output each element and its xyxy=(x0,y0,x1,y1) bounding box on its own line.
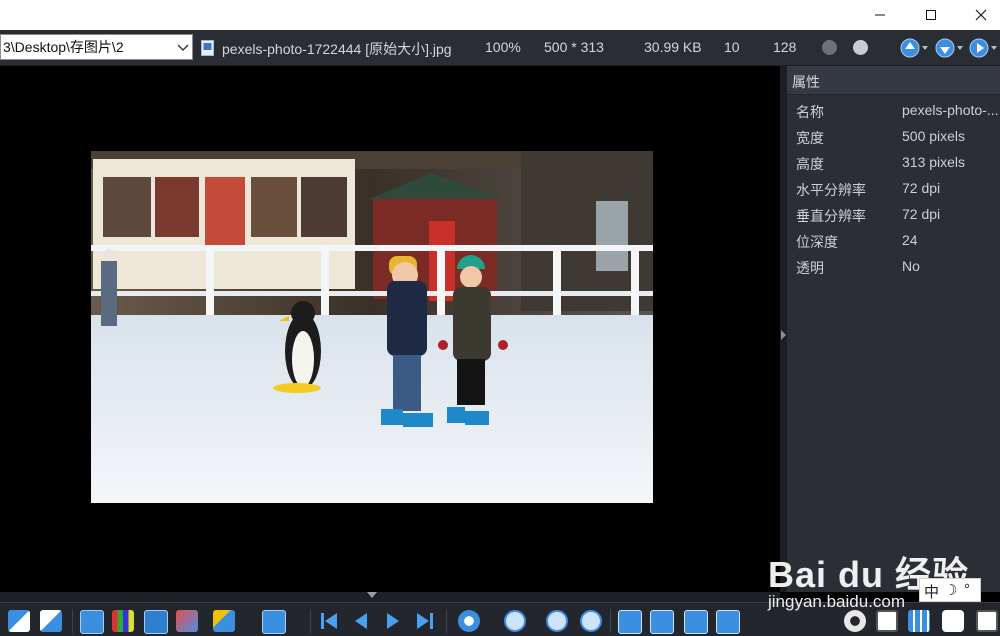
first-icon[interactable] xyxy=(318,610,340,632)
zoom-out-icon[interactable] xyxy=(504,610,526,632)
zoom-in-icon[interactable] xyxy=(580,610,602,632)
ime-lang: 中 xyxy=(924,584,940,601)
maximize-button[interactable] xyxy=(908,0,954,30)
toolbar-separator xyxy=(610,609,611,633)
export-icon[interactable] xyxy=(144,610,168,634)
toolbar-separator xyxy=(446,609,447,633)
property-key: 高度 xyxy=(796,156,824,172)
property-key: 垂直分辨率 xyxy=(796,208,866,224)
property-key: 宽度 xyxy=(796,130,824,146)
property-value: 72 dpi xyxy=(902,206,941,222)
maximize-icon xyxy=(926,10,936,20)
property-key: 透明 xyxy=(796,260,824,276)
zoom-minus-icon[interactable] xyxy=(546,610,568,632)
property-value: pexels-photo-... xyxy=(902,102,999,118)
zoom-level: 100% xyxy=(485,39,521,55)
histogram-icon[interactable] xyxy=(112,610,134,632)
property-row: 垂直分辨率 72 dpi xyxy=(787,202,1000,228)
property-row: 高度 313 pixels xyxy=(787,150,1000,176)
path-combobox[interactable] xyxy=(0,34,193,60)
image-dimensions: 500 * 313 xyxy=(544,39,604,55)
file-size: 30.99 KB xyxy=(644,39,702,55)
chevron-down-icon[interactable] xyxy=(176,41,190,53)
ime-dot-icon: ° xyxy=(964,581,970,598)
nav-right-icon[interactable] xyxy=(968,37,998,59)
minimize-button[interactable] xyxy=(857,0,903,30)
image-viewer[interactable] xyxy=(0,66,780,592)
property-row: 透明 No xyxy=(787,254,1000,280)
file-name: pexels-photo-1722444 [原始大小].jpg xyxy=(222,41,452,57)
title-bar xyxy=(0,0,1000,30)
toolbar-separator xyxy=(72,609,73,633)
resize-icon[interactable] xyxy=(176,610,198,632)
property-value: 313 pixels xyxy=(902,154,966,170)
property-row: 名称 pexels-photo-... xyxy=(787,98,1000,124)
next-icon[interactable] xyxy=(382,610,404,632)
thumbnails-icon[interactable] xyxy=(8,610,30,632)
grid-icon[interactable] xyxy=(40,610,62,632)
fit-height-icon[interactable] xyxy=(716,610,740,634)
ime-indicator[interactable]: 中 ☽ ° xyxy=(919,578,981,602)
close-button[interactable] xyxy=(958,0,1000,30)
last-icon[interactable] xyxy=(414,610,436,632)
flag-dot-icon[interactable] xyxy=(822,40,837,55)
panel-splitter[interactable] xyxy=(780,66,787,592)
nav-up-icon[interactable] xyxy=(899,37,929,59)
toolbar-separator xyxy=(310,609,311,633)
property-row: 宽度 500 pixels xyxy=(787,124,1000,150)
property-value: No xyxy=(902,258,920,274)
watermark-url: jingyan.baidu.com xyxy=(768,592,906,611)
photo-skating-children[interactable] xyxy=(91,151,653,503)
image-total: 128 xyxy=(773,39,797,55)
rating-dot-icon[interactable] xyxy=(853,40,868,55)
property-key: 位深度 xyxy=(796,234,838,250)
panel-header: 属性 xyxy=(787,66,1000,95)
photo-image xyxy=(91,151,653,503)
actual-size-icon[interactable] xyxy=(650,610,674,634)
nav-down-icon[interactable] xyxy=(934,37,964,59)
horizontal-scrollbar[interactable] xyxy=(0,592,780,602)
scroll-marker-icon xyxy=(367,592,377,598)
ime-moon-icon: ☽ xyxy=(944,582,958,599)
property-key: 名称 xyxy=(796,104,824,120)
image-index: 10 xyxy=(724,39,740,55)
properties-panel: 属性 名称 pexels-photo-... 宽度 500 pixels 高度 … xyxy=(787,66,1000,592)
property-value: 72 dpi xyxy=(902,180,941,196)
fit-icon[interactable] xyxy=(618,610,642,634)
collapse-arrow-icon[interactable] xyxy=(781,330,786,340)
edit-icon[interactable] xyxy=(213,610,235,632)
property-row: 水平分辨率 72 dpi xyxy=(787,176,1000,202)
minimize-icon xyxy=(875,14,885,16)
path-input[interactable] xyxy=(1,35,173,59)
info-bar: pexels-photo-1722444 [原始大小].jpg 100% 500… xyxy=(0,30,1000,66)
panel-title: 属性 xyxy=(792,74,820,90)
goto-icon[interactable] xyxy=(262,610,286,634)
property-key: 水平分辨率 xyxy=(796,182,866,198)
close-icon xyxy=(975,9,987,21)
move-icon[interactable] xyxy=(80,610,104,634)
image-file-icon xyxy=(201,40,214,56)
property-value: 500 pixels xyxy=(902,128,966,144)
property-row: 位深度 24 xyxy=(787,228,1000,254)
prev-icon[interactable] xyxy=(350,610,372,632)
fit-width-icon[interactable] xyxy=(684,610,708,634)
property-value: 24 xyxy=(902,232,918,248)
settings-icon[interactable] xyxy=(458,610,480,632)
